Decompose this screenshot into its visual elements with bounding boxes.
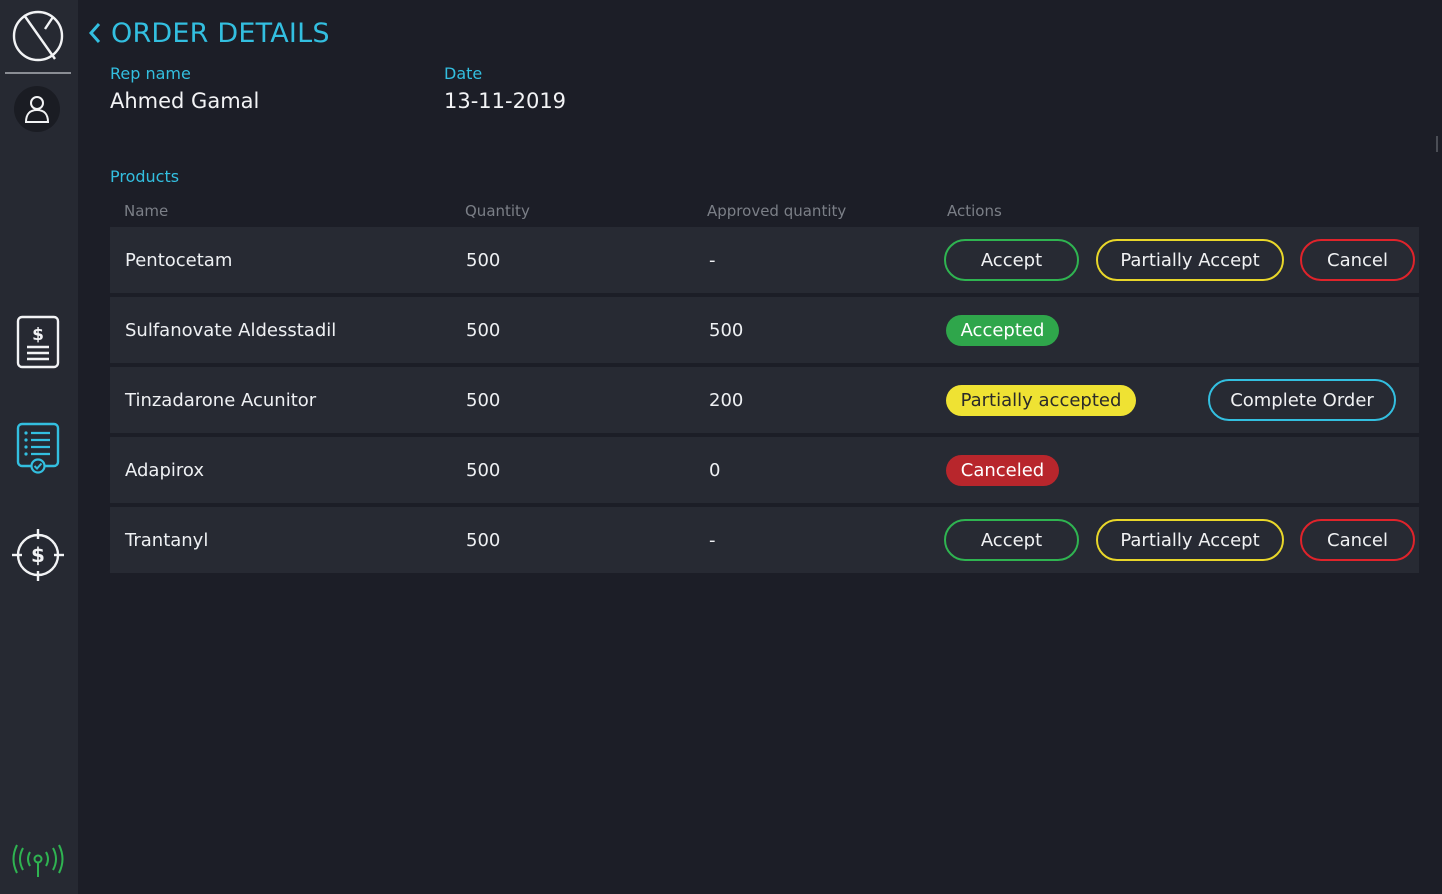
product-approved-quantity: 0	[709, 459, 721, 481]
product-name: Trantanyl	[125, 529, 209, 551]
sidebar-divider	[5, 72, 71, 74]
table-row: Tinzadarone Acunitor 500 200 Partially a…	[110, 367, 1419, 433]
status-badge-accepted: Accepted	[946, 315, 1059, 346]
signal-broadcast-icon	[12, 844, 64, 880]
product-name: Tinzadarone Acunitor	[125, 389, 317, 411]
sidebar: $ $	[0, 0, 78, 894]
accept-button[interactable]: Accept	[944, 239, 1079, 281]
complete-order-button[interactable]: Complete Order	[1208, 379, 1396, 421]
orders-checklist-icon[interactable]	[13, 420, 63, 476]
products-section-label: Products	[110, 167, 180, 186]
date-label: Date	[444, 64, 483, 83]
page-title: ORDER DETAILS	[111, 17, 330, 49]
status-badge-canceled: Canceled	[946, 455, 1059, 486]
cancel-button[interactable]: Cancel	[1300, 519, 1415, 561]
table-row: Trantanyl 500 - Accept Partially Accept …	[110, 507, 1419, 573]
accept-button[interactable]: Accept	[944, 519, 1079, 561]
rep-name-value: Ahmed Gamal	[110, 89, 260, 113]
rep-name-label: Rep name	[110, 64, 191, 83]
user-icon[interactable]	[14, 86, 60, 132]
table-row: Pentocetam 500 - Accept Partially Accept…	[110, 227, 1419, 293]
invoice-dollar-icon[interactable]: $	[14, 314, 62, 370]
back-button[interactable]: ORDER DETAILS	[86, 14, 330, 52]
table-row: Adapirox 500 0 Canceled	[110, 437, 1419, 503]
table-row: Sulfanovate Aldesstadil 500 500 Accepted	[110, 297, 1419, 363]
product-name: Adapirox	[125, 459, 204, 481]
dollar-target-icon[interactable]: $	[10, 527, 66, 583]
no-symbol-logo-icon[interactable]	[9, 9, 67, 65]
date-value: 13-11-2019	[444, 89, 567, 113]
partially-accept-button[interactable]: Partially Accept	[1096, 239, 1284, 281]
product-approved-quantity: -	[709, 249, 716, 271]
chevron-left-icon	[88, 23, 101, 43]
product-quantity: 500	[466, 319, 501, 341]
status-badge-partially-accepted: Partially accepted	[946, 385, 1136, 416]
product-approved-quantity: 200	[709, 389, 744, 411]
column-header-approved-quantity: Approved quantity	[707, 202, 847, 220]
product-approved-quantity: 500	[709, 319, 744, 341]
column-header-quantity: Quantity	[465, 202, 530, 220]
product-quantity: 500	[466, 529, 501, 551]
product-name: Sulfanovate Aldesstadil	[125, 319, 337, 341]
product-quantity: 500	[466, 459, 501, 481]
column-header-actions: Actions	[947, 202, 1002, 220]
svg-text:$: $	[32, 325, 44, 345]
partially-accept-button[interactable]: Partially Accept	[1096, 519, 1284, 561]
scroll-edge-indicator	[1436, 136, 1438, 152]
product-approved-quantity: -	[709, 529, 716, 551]
cancel-button[interactable]: Cancel	[1300, 239, 1415, 281]
svg-text:$: $	[31, 543, 45, 567]
column-header-name: Name	[124, 202, 169, 220]
product-name: Pentocetam	[125, 249, 233, 271]
product-quantity: 500	[466, 249, 501, 271]
product-quantity: 500	[466, 389, 501, 411]
